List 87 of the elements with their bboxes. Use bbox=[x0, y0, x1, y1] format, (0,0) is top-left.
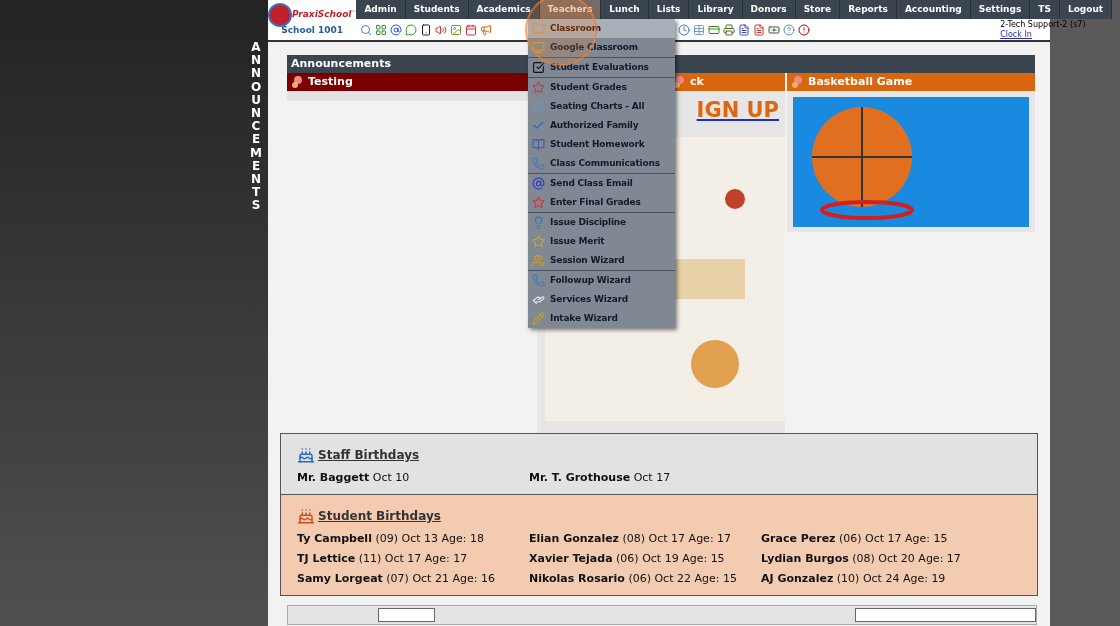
nav-tab[interactable]: Students bbox=[405, 0, 469, 19]
help-icon[interactable] bbox=[783, 23, 796, 36]
nav-tab[interactable]: Settings bbox=[970, 0, 1031, 19]
section-title-link[interactable]: Student Birthdays bbox=[318, 507, 441, 525]
menu-item[interactable]: Classroom bbox=[528, 19, 675, 38]
nav-tab[interactable]: Accounting bbox=[896, 0, 971, 19]
menu-item[interactable]: Intake Wizard bbox=[528, 309, 675, 328]
birthday-entry: Elian Gonzalez (08) Oct 17 Age: 17 bbox=[529, 531, 733, 547]
birthday-entry: Grace Perez (06) Oct 17 Age: 15 bbox=[761, 531, 949, 547]
nav-tab[interactable]: Library bbox=[689, 0, 743, 19]
menu-item[interactable]: Student Homework bbox=[528, 135, 675, 154]
birthday-entry: Mr. Baggett Oct 10 bbox=[297, 470, 411, 486]
logo-p-icon bbox=[268, 2, 292, 27]
pin-icon bbox=[791, 75, 803, 89]
nav-tab[interactable]: Admin bbox=[356, 0, 406, 19]
grid-icon[interactable] bbox=[375, 23, 388, 36]
birthday-entry: Mr. T. Grothouse Oct 17 bbox=[529, 470, 672, 486]
menu-item[interactable]: Enter Final Grades bbox=[528, 193, 675, 212]
nav-tab[interactable]: Donors bbox=[742, 0, 796, 19]
pdf-icon[interactable] bbox=[753, 23, 766, 36]
checkmark-icon bbox=[532, 119, 545, 132]
pin-icon bbox=[673, 75, 685, 89]
menu-item[interactable]: Student Evaluations bbox=[528, 58, 675, 77]
grid-icon bbox=[532, 100, 545, 113]
checkbox-icon bbox=[532, 61, 545, 74]
announcements-vertical-label: ANNOUNCEMENTS bbox=[250, 41, 262, 213]
hand-icon bbox=[532, 293, 545, 306]
at-sign-icon[interactable] bbox=[390, 23, 403, 36]
nav-tab[interactable]: Reports bbox=[840, 0, 897, 19]
birthday-entry: Ty Campbell (09) Oct 13 Age: 18 bbox=[297, 531, 485, 547]
card-icon[interactable] bbox=[708, 23, 721, 36]
menu-item[interactable]: Authorized Family bbox=[528, 116, 675, 135]
menu-item[interactable]: Student Grades bbox=[528, 78, 675, 97]
printer-icon[interactable] bbox=[723, 23, 736, 36]
menu-item[interactable]: Class Communications bbox=[528, 154, 675, 173]
birthday-entry: TJ Lettice (11) Oct 17 Age: 17 bbox=[297, 551, 469, 567]
book-icon bbox=[532, 138, 545, 151]
speaker-icon[interactable] bbox=[435, 23, 448, 36]
column-title: ck bbox=[690, 73, 704, 90]
clock-icon[interactable] bbox=[678, 23, 691, 36]
menu-item[interactable]: Services Wizard bbox=[528, 290, 675, 309]
birthday-entry: Lydian Burgos (08) Oct 20 Age: 17 bbox=[761, 551, 962, 567]
menu-item[interactable]: Send Class Email bbox=[528, 174, 675, 193]
birthday-entry: AJ Gonzalez (10) Oct 24 Age: 19 bbox=[761, 571, 947, 587]
at-sign-icon bbox=[532, 177, 545, 190]
menu-item[interactable]: Session Wizard bbox=[528, 251, 675, 270]
table-icon[interactable] bbox=[693, 23, 706, 36]
menu-item[interactable]: Issue Merit bbox=[528, 232, 675, 251]
column-title: Testing bbox=[308, 73, 353, 90]
power-icon[interactable] bbox=[798, 23, 811, 36]
clock-in-link[interactable]: Clock In bbox=[1000, 30, 1032, 40]
birthday-entry: Xavier Tejada (06) Oct 19 Age: 15 bbox=[529, 551, 726, 567]
menu-item[interactable]: Issue Discipline bbox=[528, 213, 675, 232]
cash-register-icon[interactable] bbox=[768, 23, 781, 36]
date-field[interactable] bbox=[378, 608, 436, 622]
megaphone-icon[interactable] bbox=[480, 23, 493, 36]
search-icon[interactable] bbox=[360, 23, 373, 36]
screen-icon bbox=[532, 41, 545, 54]
nav-tab[interactable]: Store bbox=[795, 0, 841, 19]
pencil-icon bbox=[532, 312, 545, 325]
picture-icon[interactable] bbox=[450, 23, 463, 36]
section-title-link[interactable]: Staff Birthdays bbox=[318, 446, 420, 464]
birthday-cake-icon bbox=[297, 446, 315, 464]
logo-brand: PraxiSchool bbox=[292, 8, 352, 21]
column-title: Basketball Game bbox=[808, 73, 913, 90]
phone-icon[interactable] bbox=[420, 23, 433, 36]
nav-tab[interactable]: Teachers bbox=[539, 0, 602, 19]
folder-icon bbox=[532, 22, 545, 35]
calendar-icon[interactable] bbox=[465, 23, 478, 36]
menu-item[interactable]: Seating Charts - All bbox=[528, 97, 675, 116]
telephone-icon bbox=[532, 157, 545, 170]
logo[interactable]: PraxiSchool$^{™}$ School 1001 bbox=[268, 0, 357, 40]
pin-icon bbox=[291, 75, 303, 89]
menu-item[interactable]: Followup Wizard bbox=[528, 271, 675, 290]
birthday-entry: Nikolas Rosario (06) Oct 22 Age: 15 bbox=[529, 571, 738, 587]
star-icon bbox=[532, 235, 545, 248]
telephone-icon bbox=[532, 274, 545, 287]
search-field[interactable] bbox=[855, 608, 1036, 622]
grade-icon bbox=[532, 81, 545, 94]
sign-up-link[interactable]: IGN UP bbox=[696, 95, 785, 125]
grade-icon bbox=[532, 196, 545, 209]
birthday-cake-icon bbox=[297, 507, 315, 525]
lightbulb-icon bbox=[532, 216, 545, 229]
school-name: School 1001 bbox=[281, 23, 344, 37]
birthday-entry: Samy Lorgeat (07) Oct 21 Age: 16 bbox=[297, 571, 496, 587]
document-icon[interactable] bbox=[738, 23, 751, 36]
people-icon bbox=[532, 254, 545, 267]
